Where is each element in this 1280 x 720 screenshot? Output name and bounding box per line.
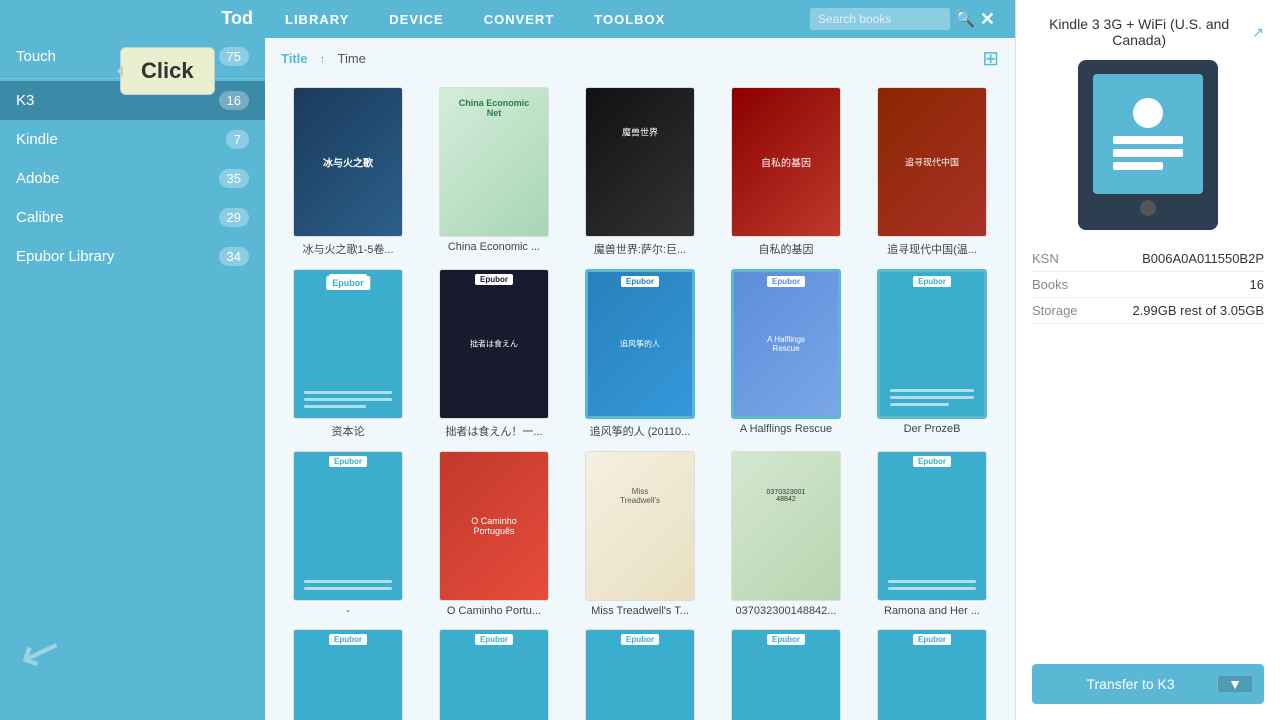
nav-convert[interactable]: CONVERT bbox=[484, 4, 555, 35]
sidebar: Tod Touch 75 Click K3 16 Kindle 7 Adobe … bbox=[0, 0, 265, 720]
kindle-lines bbox=[1113, 136, 1183, 170]
ksn-row: KSN B006A0A011550B2P bbox=[1032, 246, 1264, 272]
book-item[interactable]: 冰与火之歌 冰与火之歌1-5卷... bbox=[281, 87, 415, 257]
sort-bar: Title ↑ Time ⊞ bbox=[265, 38, 1015, 79]
book-item[interactable]: Epubor Ramona's World bbox=[719, 629, 853, 720]
book-title: 魔兽世界:萨尔:巨... bbox=[594, 241, 686, 257]
sidebar-kindle-badge: 7 bbox=[226, 130, 249, 149]
sort-arrow-icon: ↑ bbox=[320, 52, 326, 66]
sidebar-epubor-label: Epubor Library bbox=[16, 248, 114, 265]
book-title: Ramona and Her ... bbox=[884, 605, 980, 617]
search-button[interactable]: 🔍 bbox=[955, 9, 975, 29]
sidebar-calibre-badge: 29 bbox=[219, 208, 249, 227]
nav-toolbox[interactable]: TOOLBOX bbox=[594, 4, 665, 35]
book-title: 追寻现代中国(温... bbox=[887, 241, 977, 257]
storage-label: Storage bbox=[1032, 303, 1078, 318]
book-item[interactable]: Epubor Der ProzeB bbox=[865, 269, 999, 439]
arrow-decoration-icon: ↙ bbox=[11, 617, 70, 686]
kindle-circle-icon bbox=[1133, 98, 1163, 128]
sidebar-adobe-label: Adobe bbox=[16, 170, 59, 187]
sidebar-epubor-badge: 34 bbox=[219, 247, 249, 266]
book-item[interactable]: MissTreadwell's Miss Treadwell's T... bbox=[573, 451, 707, 617]
book-title: O Caminho Portu... bbox=[447, 605, 541, 617]
sort-title[interactable]: Title bbox=[281, 51, 308, 66]
books-value: 16 bbox=[1250, 277, 1264, 292]
kindle-screen bbox=[1093, 74, 1203, 194]
book-item[interactable]: Epubor Ramona Forever bbox=[865, 629, 999, 720]
kindle-device bbox=[1078, 60, 1218, 230]
book-title: Miss Treadwell's T... bbox=[591, 605, 689, 617]
book-item[interactable]: Epubor Ramona the Brave bbox=[281, 629, 415, 720]
sort-time[interactable]: Time bbox=[338, 51, 366, 66]
close-button[interactable]: ✕ bbox=[980, 9, 995, 30]
sidebar-calibre-label: Calibre bbox=[16, 209, 64, 226]
sidebar-touch-badge: 75 bbox=[219, 47, 249, 66]
tooltip-click: Click bbox=[120, 47, 215, 95]
sidebar-header: Tod bbox=[0, 0, 265, 37]
nav-device[interactable]: DEVICE bbox=[389, 4, 443, 35]
device-title: Kindle 3 3G + WiFi (U.S. and Canada) ↗ bbox=[1032, 16, 1264, 48]
transfer-dropdown-arrow-icon[interactable]: ▼ bbox=[1217, 676, 1252, 692]
book-title: China Economic ... bbox=[448, 241, 540, 253]
ksn-value: B006A0A011550B2P bbox=[1142, 251, 1264, 266]
sidebar-item-adobe[interactable]: Adobe 35 bbox=[0, 159, 265, 198]
transfer-button[interactable]: Transfer to K3 ▼ bbox=[1032, 664, 1264, 704]
nav-library[interactable]: LIBRARY bbox=[285, 4, 349, 35]
book-title: 037032300148842... bbox=[736, 605, 837, 617]
book-title: 自私的基因 bbox=[759, 241, 814, 257]
book-item[interactable]: Epubor 追风筝的人 追风筝的人 (20110... bbox=[573, 269, 707, 439]
transfer-button-label: Transfer to K3 bbox=[1044, 676, 1217, 692]
sidebar-k3-badge: 16 bbox=[219, 91, 249, 110]
sidebar-item-calibre[interactable]: Calibre 29 bbox=[0, 198, 265, 237]
device-image bbox=[1032, 60, 1264, 230]
book-title: - bbox=[346, 605, 350, 617]
book-title: 追风筝的人 (20110... bbox=[590, 423, 691, 439]
book-item[interactable]: 自私的基因 自私的基因 bbox=[719, 87, 853, 257]
book-item[interactable]: 037032300148842 037032300148842... bbox=[719, 451, 853, 617]
book-title: A Halflings Rescue bbox=[740, 423, 832, 435]
books-row: Books 16 bbox=[1032, 272, 1264, 298]
book-grid: 冰与火之歌 冰与火之歌1-5卷... China EconomicNet Chi… bbox=[265, 79, 1015, 720]
grid-view-toggle[interactable]: ⊞ bbox=[982, 46, 999, 71]
sidebar-kindle-label: Kindle bbox=[16, 131, 58, 148]
book-title: 拙者は食えん！一... bbox=[445, 423, 542, 439]
top-nav: LIBRARY DEVICE CONVERT TOOLBOX 🔍 ✕ bbox=[265, 0, 1015, 38]
sidebar-item-kindle[interactable]: Kindle 7 bbox=[0, 120, 265, 159]
sidebar-item-epubor[interactable]: Epubor Library 34 bbox=[0, 237, 265, 276]
book-item[interactable]: Epubor Ramona the Pest bbox=[427, 629, 561, 720]
external-link-icon[interactable]: ↗ bbox=[1252, 24, 1264, 41]
sidebar-item-touch-label: Touch bbox=[16, 48, 56, 65]
book-item[interactable]: O CaminhoPortuguês O Caminho Portu... bbox=[427, 451, 561, 617]
search-input[interactable] bbox=[810, 8, 950, 30]
book-title: 资本论 bbox=[332, 423, 365, 439]
sidebar-adobe-badge: 35 bbox=[219, 169, 249, 188]
main-content: LIBRARY DEVICE CONVERT TOOLBOX 🔍 ✕ Title… bbox=[265, 0, 1015, 720]
sidebar-k3-label: K3 bbox=[16, 92, 34, 109]
book-item[interactable]: 魔兽世界 魔兽世界:萨尔:巨... bbox=[573, 87, 707, 257]
kindle-line bbox=[1113, 162, 1163, 170]
book-item[interactable]: Epubor - bbox=[281, 451, 415, 617]
book-item[interactable]: China EconomicNet China Economic ... bbox=[427, 87, 561, 257]
books-label: Books bbox=[1032, 277, 1068, 292]
nav-search-container: 🔍 ✕ bbox=[810, 8, 995, 30]
ksn-label: KSN bbox=[1032, 251, 1059, 266]
book-item[interactable]: Epubor 资本论 bbox=[281, 269, 415, 439]
book-item[interactable]: Epubor Beezus and Ramo... bbox=[573, 629, 707, 720]
kindle-home-button bbox=[1140, 200, 1156, 216]
book-title: Der ProzeB bbox=[904, 423, 961, 435]
book-item[interactable]: Epubor Ramona and Her ... bbox=[865, 451, 999, 617]
book-item[interactable]: Epubor 拙者は食えん 拙者は食えん！一... bbox=[427, 269, 561, 439]
kindle-line bbox=[1113, 136, 1183, 144]
book-item[interactable]: Epubor A HalflingsRescue A Halflings Res… bbox=[719, 269, 853, 439]
storage-value: 2.99GB rest of 3.05GB bbox=[1132, 303, 1264, 318]
kindle-line bbox=[1113, 149, 1183, 157]
book-item[interactable]: 追寻现代中国 追寻现代中国(温... bbox=[865, 87, 999, 257]
device-info: KSN B006A0A011550B2P Books 16 Storage 2.… bbox=[1032, 246, 1264, 324]
book-title: 冰与火之歌1-5卷... bbox=[302, 241, 393, 257]
right-panel: Kindle 3 3G + WiFi (U.S. and Canada) ↗ K… bbox=[1015, 0, 1280, 720]
storage-row: Storage 2.99GB rest of 3.05GB bbox=[1032, 298, 1264, 324]
